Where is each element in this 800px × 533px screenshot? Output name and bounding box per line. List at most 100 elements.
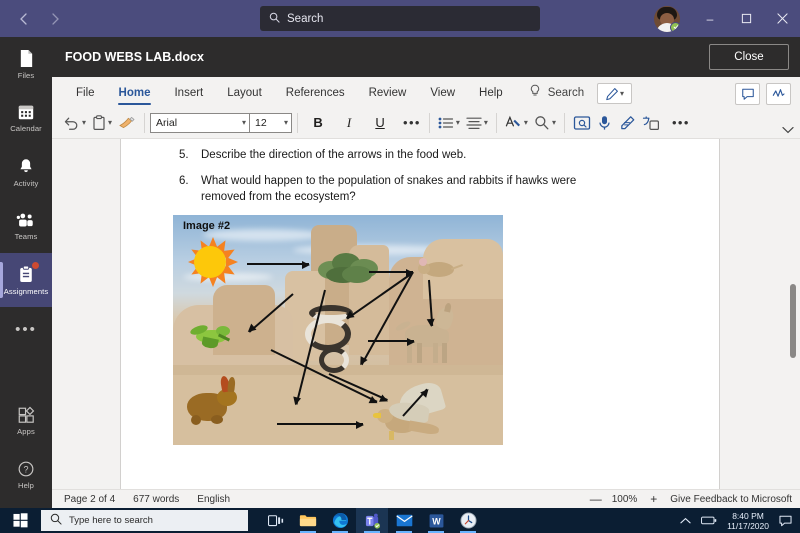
task-view-button[interactable]	[260, 508, 292, 533]
close-document-button[interactable]: Close	[709, 44, 789, 70]
status-right: — 100% + Give Feedback to Microsoft	[590, 492, 792, 506]
close-window-button[interactable]	[764, 0, 800, 37]
text-styles-button[interactable]: ▾	[502, 110, 531, 136]
question-text: What would happen to the population of s…	[201, 173, 601, 205]
pen-icon	[605, 87, 619, 101]
microsoft-word-button[interactable]: W	[420, 508, 452, 533]
battery-icon[interactable]	[701, 516, 717, 525]
editing-status-button[interactable]	[766, 83, 791, 105]
microsoft-edge-button[interactable]	[324, 508, 356, 533]
start-button[interactable]	[0, 508, 40, 533]
presence-available-icon	[670, 22, 680, 32]
avatar[interactable]	[654, 6, 680, 32]
chevron-down-icon: ▾	[484, 118, 488, 127]
tab-view[interactable]: View	[418, 79, 467, 107]
mail-button[interactable]	[388, 508, 420, 533]
zoom-in-button[interactable]: +	[648, 492, 659, 506]
bush-illustration	[318, 251, 380, 285]
paste-icon	[92, 115, 106, 131]
chevron-down-icon: ▾	[620, 89, 624, 98]
vertical-scrollbar[interactable]	[786, 139, 800, 489]
forward-icon[interactable]	[46, 10, 64, 28]
find-button[interactable]: ▾	[531, 110, 559, 136]
teams-search-box[interactable]: Search	[260, 6, 540, 31]
food-web-image[interactable]: Image #2	[173, 215, 503, 445]
font-more-button[interactable]: •••	[400, 110, 424, 136]
grasshopper-illustration	[188, 320, 234, 350]
document-page[interactable]: 5. Describe the direction of the arrows …	[120, 139, 720, 489]
italic-button[interactable]: I	[338, 110, 360, 136]
taskbar-app-icons: W	[260, 508, 484, 533]
back-icon[interactable]	[14, 10, 32, 28]
font-name-select[interactable]: Arial ▾	[150, 113, 250, 133]
show-hidden-icons-button[interactable]	[680, 517, 691, 525]
zoom-out-button[interactable]: —	[590, 492, 601, 506]
minimize-button[interactable]: –	[692, 0, 728, 37]
sidebar-item-assignments[interactable]: Assignments	[0, 253, 52, 307]
undo-button[interactable]: ▾	[60, 110, 89, 136]
bold-button[interactable]: B	[307, 110, 329, 136]
sidebar-item-files[interactable]: Files	[0, 37, 52, 91]
sidebar-item-apps[interactable]: Apps	[0, 394, 52, 448]
zoom-level[interactable]: 100%	[612, 494, 638, 505]
chevron-down-icon	[782, 126, 794, 134]
sidebar-item-activity[interactable]: Activity	[0, 145, 52, 199]
tab-insert[interactable]: Insert	[162, 79, 215, 107]
sidebar-item-teams[interactable]: Teams	[0, 199, 52, 253]
sidebar-item-calendar[interactable]: Calendar	[0, 91, 52, 145]
language-indicator[interactable]: English	[197, 494, 230, 505]
tab-file[interactable]: File	[64, 79, 107, 107]
immersive-reader-icon	[573, 115, 591, 131]
tab-references[interactable]: References	[274, 79, 357, 107]
word-count[interactable]: 677 words	[133, 494, 179, 505]
sidebar-item-help[interactable]: ? Help	[0, 448, 52, 502]
chevron-down-icon: ▾	[552, 118, 556, 127]
microsoft-teams-button[interactable]	[356, 508, 388, 533]
pen-tools-button[interactable]: ▾	[597, 83, 632, 104]
collapse-ribbon-button[interactable]	[782, 126, 794, 136]
alarms-clock-button[interactable]	[452, 508, 484, 533]
ribbon-overflow-button[interactable]: •••	[669, 110, 693, 136]
align-button[interactable]: ▾	[463, 110, 491, 136]
scrollbar-thumb[interactable]	[790, 284, 796, 358]
maximize-button[interactable]	[728, 0, 764, 37]
calendar-icon	[17, 103, 35, 121]
document-canvas[interactable]: 5. Describe the direction of the arrows …	[52, 139, 800, 489]
microphone-button[interactable]	[594, 110, 616, 136]
format-painter-button[interactable]	[115, 110, 139, 136]
mouse-illustration	[418, 257, 462, 281]
tab-layout[interactable]: Layout	[215, 79, 274, 107]
dictate-translate-button[interactable]	[639, 110, 663, 136]
teams-icon	[364, 513, 381, 529]
tell-me-search[interactable]: Search	[529, 79, 584, 107]
editor-button[interactable]	[616, 110, 639, 136]
tab-home[interactable]: Home	[107, 79, 163, 107]
sidebar-item-label: Calendar	[10, 124, 42, 133]
bullet-list-icon	[438, 116, 454, 130]
format-painter-icon	[118, 115, 136, 131]
assignments-badge-dot	[32, 262, 39, 269]
bullet-list-button[interactable]: ▾	[435, 110, 463, 136]
font-size-select[interactable]: 12 ▾	[250, 113, 292, 133]
comment-icon	[741, 87, 755, 101]
question-list: 5. Describe the direction of the arrows …	[121, 139, 719, 205]
tab-review[interactable]: Review	[357, 79, 419, 107]
feedback-link[interactable]: Give Feedback to Microsoft	[670, 494, 792, 505]
question-text: Describe the direction of the arrows in …	[201, 147, 466, 163]
underline-button[interactable]: U	[369, 110, 391, 136]
comments-button[interactable]	[735, 83, 760, 105]
page-indicator[interactable]: Page 2 of 4	[64, 494, 115, 505]
paste-button[interactable]: ▾	[89, 110, 115, 136]
taskbar-search-box[interactable]: Type here to search	[41, 510, 248, 531]
file-explorer-button[interactable]	[292, 508, 324, 533]
list-item[interactable]: 6. What would happen to the population o…	[179, 173, 719, 205]
sidebar-more-button[interactable]: •••	[0, 307, 52, 351]
sidebar-item-label: Assignments	[4, 287, 49, 296]
list-item[interactable]: 5. Describe the direction of the arrows …	[179, 147, 719, 163]
tab-help[interactable]: Help	[467, 79, 515, 107]
taskbar-clock[interactable]: 8:40 PM 11/17/2020	[727, 511, 769, 531]
dictate-view-button[interactable]	[570, 110, 594, 136]
action-center-button[interactable]	[779, 515, 792, 527]
teams-titlebar: Search –	[0, 0, 800, 37]
toolbar-separator	[297, 113, 298, 133]
